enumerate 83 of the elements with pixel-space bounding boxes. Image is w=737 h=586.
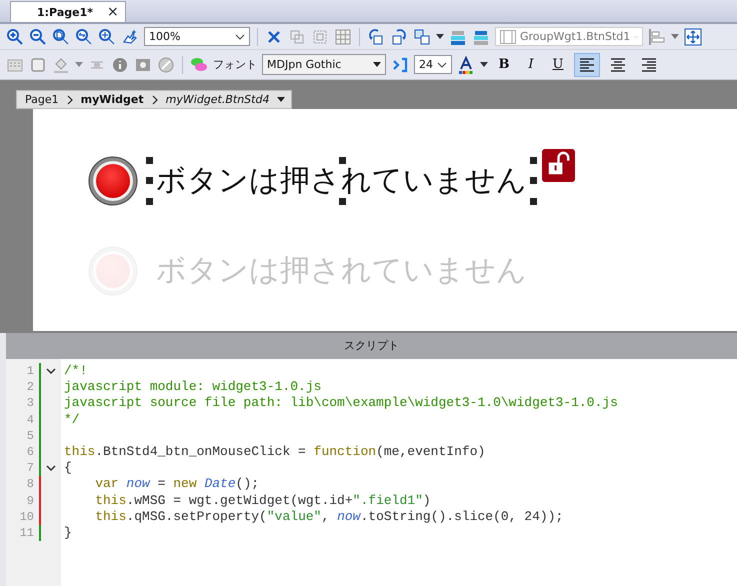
line-number: 11: [18, 524, 34, 542]
font-color-icon[interactable]: [457, 56, 475, 74]
info-icon[interactable]: [111, 56, 129, 74]
code-token: ".field1": [352, 492, 423, 508]
film-strip-icon: [500, 30, 516, 44]
code-token: /*!: [64, 363, 88, 378]
line-number: 5: [26, 428, 34, 444]
page-tab[interactable]: 1:Page1* ×: [10, 1, 126, 22]
zoom-out-icon[interactable]: [29, 28, 47, 46]
move-icon[interactable]: [684, 28, 702, 46]
caret-icon[interactable]: [373, 62, 381, 67]
code-token: ): [422, 492, 431, 508]
code-token: now: [126, 476, 150, 492]
chevron-icon: [152, 94, 158, 104]
text-align-icon: [579, 58, 595, 72]
code-token: .toString().slice(0, 24));: [360, 508, 564, 524]
line-number: 1: [26, 363, 34, 380]
rotate-left-icon[interactable]: [367, 28, 385, 46]
code-token: }: [64, 524, 72, 540]
caret-icon[interactable]: [436, 34, 444, 39]
arrange-icon[interactable]: [413, 28, 431, 46]
code-token: new: [173, 476, 198, 492]
code-token: ();: [236, 476, 260, 492]
breadcrumb-item[interactable]: myWidget.BtnStd4: [166, 93, 270, 106]
code-token: function: [314, 444, 376, 459]
line-number: 3: [26, 395, 34, 412]
hand-icon[interactable]: [121, 28, 139, 46]
zoom-fit-icon[interactable]: [98, 28, 116, 46]
chevron-icon[interactable]: [235, 34, 245, 40]
code-token: (me,eventInfo): [376, 444, 486, 459]
fold-icon[interactable]: [46, 368, 56, 374]
line-number: 8: [26, 476, 34, 492]
close-button[interactable]: ×: [106, 4, 119, 20]
zoom-width-icon[interactable]: [75, 28, 93, 46]
fold-icon[interactable]: [46, 465, 56, 472]
code-token: this: [94, 508, 126, 524]
code-token: this: [94, 492, 126, 508]
chevron-icon[interactable]: [437, 62, 447, 68]
code-editor[interactable]: [0, 359, 737, 586]
caret-icon[interactable]: [480, 62, 488, 67]
font-size-dropdown[interactable]: 24: [414, 55, 452, 74]
unlocked-padlock-icon[interactable]: [542, 149, 575, 182]
bracket-arrow-icon[interactable]: [391, 56, 409, 74]
line-number: 4: [26, 412, 34, 428]
code-token: =: [156, 476, 166, 492]
code-token: .BtnStd4_btn_onMouseClick =: [95, 444, 307, 459]
rotate-right-icon[interactable]: [390, 28, 408, 46]
breadcrumb-item[interactable]: Page1: [25, 93, 59, 106]
underline-button[interactable]: U: [547, 57, 569, 72]
zoom-dropdown[interactable]: 100%: [144, 27, 250, 46]
script-panel-title: スクリプト: [0, 333, 737, 359]
caret-icon[interactable]: [277, 97, 286, 102]
align-left-button[interactable]: [574, 52, 600, 76]
line-number: 9: [26, 492, 34, 509]
text-align-icon: [641, 58, 657, 72]
code-token: Date: [204, 476, 236, 492]
code-token: now: [337, 508, 360, 524]
code-token: ,: [321, 508, 330, 524]
code-token: "value": [266, 508, 322, 524]
text-align-icon: [610, 58, 626, 72]
code-token: javascript module: widget3-1.0.js: [64, 379, 322, 394]
code-token: */: [64, 412, 80, 427]
code-token: var: [94, 476, 120, 492]
zoom-in-icon[interactable]: [6, 28, 24, 46]
code-token: {: [64, 460, 72, 476]
code-token: .wMSG = wgt.getWidget(wgt.id+: [126, 492, 353, 508]
breadcrumb-item[interactable]: myWidget: [80, 93, 144, 106]
line-number: 2: [26, 379, 34, 396]
font-label: フォント: [213, 57, 257, 72]
align-left-icon[interactable]: [648, 28, 666, 46]
zoom-page-icon[interactable]: [52, 28, 70, 46]
bold-button[interactable]: B: [493, 57, 515, 72]
line-number: 6: [26, 444, 34, 460]
code-token: this: [64, 444, 96, 459]
chevron-icon: [66, 94, 73, 104]
font-dropdown[interactable]: MDJpn Gothic: [262, 54, 386, 75]
code-token: .qMSG.setProperty(: [126, 508, 267, 524]
lamp-icon: [88, 156, 138, 206]
line-number: 10: [18, 508, 34, 525]
code-token: javascript source file path: lib\com\example\widget3-1.0\widget3-1.0.js: [64, 395, 618, 410]
widget-label[interactable]: ボタンは押されていません: [146, 157, 537, 205]
line-number: 7: [26, 460, 34, 476]
italic-button[interactable]: I: [520, 57, 542, 72]
